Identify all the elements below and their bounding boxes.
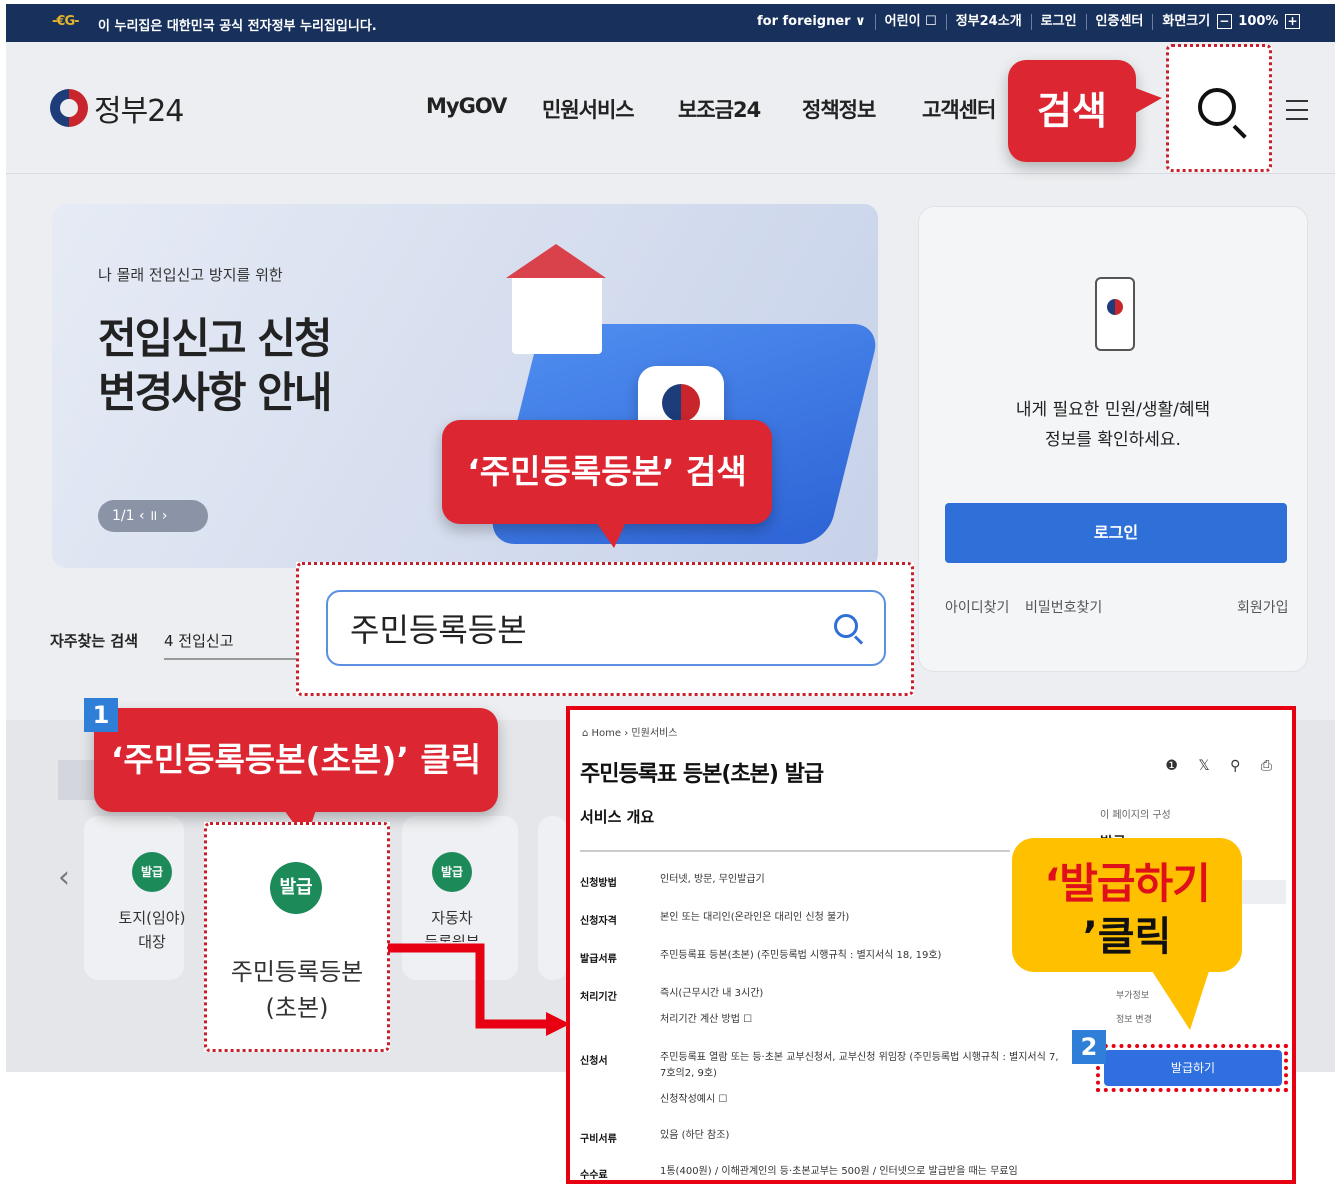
banner-pager[interactable]: 1/1 ‹ ॥ › <box>98 500 208 532</box>
row-label: 수수료 <box>580 1170 608 1181</box>
row-value: 본인 또는 대리인(온라인은 대리인 신청 불가) <box>660 912 850 923</box>
nav-policy-info[interactable]: 정책정보 <box>802 94 876 124</box>
row-label: 구비서류 <box>580 1134 617 1145</box>
step2-callout-line1: ‘발급하기 <box>1044 859 1211 908</box>
nav-customer-center[interactable]: 고객센터 <box>922 94 996 124</box>
top-utility-bar: -€G- 이 누리집은 대한민국 공식 전자정부 누리집입니다. for for… <box>6 4 1335 42</box>
house-illustration <box>506 244 606 354</box>
login-button[interactable]: 로그인 <box>945 503 1287 563</box>
row-label: 발급서류 <box>580 954 617 965</box>
font-size-label: 화면크기 <box>1162 14 1211 29</box>
kids-link[interactable]: 어린이 ☐ <box>876 14 947 30</box>
mobile-app-icon <box>1095 277 1135 351</box>
about-link[interactable]: 정부24소개 <box>947 14 1032 30</box>
taeguk-logo-icon <box>50 89 88 127</box>
frequent-search-label: 자주찾는 검색 <box>50 632 139 650</box>
form-example-link[interactable]: 신청작성예시 ☐ <box>660 1092 1060 1108</box>
connector-arrow <box>388 943 570 1036</box>
step1-number-badge: 1 <box>84 698 118 732</box>
row-value: 1통(400원) / 이해관계인의 등·초본교부는 500원 / 인터넷으로 발… <box>660 1166 1018 1177</box>
step2-callout-line2: ’클릭 <box>1082 914 1172 960</box>
logo-text: 정부24 <box>94 94 184 129</box>
row-value: 있음 (하단 참조) <box>660 1130 730 1141</box>
top-login-link[interactable]: 로그인 <box>1032 14 1087 30</box>
row-label: 신청방법 <box>580 878 617 889</box>
search-submit-icon[interactable] <box>834 614 858 638</box>
toc-additional-info[interactable]: 부가정보 <box>1116 988 1149 1001</box>
search-callout-pointer <box>1130 86 1162 116</box>
official-site-notice: 이 누리집은 대한민국 공식 전자정부 누리집입니다. <box>98 19 377 34</box>
signup-link[interactable]: 회원가입 <box>1237 597 1289 617</box>
keyword-callout-pointer <box>596 522 626 548</box>
detail-page-title: 주민등록표 등본(초본) 발급 <box>580 762 824 787</box>
nav-civil-service[interactable]: 민원서비스 <box>542 94 635 124</box>
zoom-in-button[interactable]: + <box>1285 14 1300 29</box>
egov-logo-icon: -€G- <box>52 14 79 29</box>
toc-heading: 이 페이지의 구성 <box>1100 810 1171 821</box>
find-id-link[interactable]: 아이디찾기 <box>945 597 1009 617</box>
issue-button-highlight <box>1096 1044 1288 1092</box>
breadcrumb[interactable]: ⌂ Home › 민원서비스 <box>582 724 677 739</box>
hamburger-menu-icon[interactable] <box>1286 100 1308 120</box>
keyword-search-callout: ‘주민등록등본’ 검색 <box>442 420 772 524</box>
row-label: 처리기간 <box>580 992 617 1003</box>
card-highlight <box>204 822 390 1052</box>
frequent-search-underline <box>164 658 304 660</box>
login-card-message: 내게 필요한 민원/생활/혜택 정보를 확인하세요. <box>1015 400 1211 450</box>
gov24-logo[interactable]: 정부24 <box>50 86 184 130</box>
zoom-out-button[interactable]: − <box>1216 14 1232 29</box>
row-value: 인터넷, 방문, 무인발급기 <box>660 874 765 885</box>
hero-title-line2: 변경사항 안내 <box>98 368 332 417</box>
row-label: 신청서 <box>580 1056 608 1067</box>
issue-badge: 발급 <box>432 852 472 892</box>
font-size-control: 화면크기 − 100% + <box>1153 14 1311 30</box>
step2-number-badge: 2 <box>1072 1030 1106 1064</box>
utility-links: for foreigner ∨ 어린이 ☐ 정부24소개 로그인 인증센터 화면… <box>748 14 1311 30</box>
search-button-highlight <box>1166 44 1272 172</box>
overview-divider <box>580 850 1010 852</box>
cert-center-link[interactable]: 인증센터 <box>1087 14 1154 30</box>
nav-mygov[interactable]: MyGOV <box>426 94 507 118</box>
carousel-prev-button[interactable]: ‹ <box>58 860 70 895</box>
share-icons[interactable]: ❶ 𝕏 ⚲ ⎙ <box>1165 758 1280 774</box>
step2-callout: ‘발급하기 ’클릭 <box>1012 838 1242 972</box>
hero-title-line1: 전입신고 신청 <box>98 314 332 363</box>
issue-badge: 발급 <box>132 852 172 892</box>
hero-subtitle: 나 몰래 전입신고 방지를 위한 <box>98 266 283 284</box>
row-value: 즉시(근무시간 내 3시간) <box>660 988 764 999</box>
search-callout: 검색 <box>1008 60 1136 162</box>
find-password-link[interactable]: 비밀번호찾기 <box>1025 597 1102 617</box>
processing-time-link[interactable]: 처리기간 계산 방법 ☐ <box>660 1012 1060 1028</box>
service-card-label: 토지(임야) 대장 <box>118 909 186 951</box>
foreigner-link[interactable]: for foreigner ∨ <box>748 14 876 30</box>
service-overview-heading: 서비스 개요 <box>580 808 655 826</box>
hero-title: 전입신고 신청 변경사항 안내 <box>98 312 332 420</box>
step2-callout-pointer <box>1150 968 1210 1030</box>
step1-callout: ‘주민등록등본(초본)’ 클릭 <box>94 708 498 812</box>
zoom-value: 100% <box>1238 14 1279 29</box>
row-label: 신청자격 <box>580 916 617 927</box>
search-input[interactable] <box>326 590 886 666</box>
toc-info-change[interactable]: 정보 변경 <box>1116 1012 1152 1025</box>
nav-subsidy24[interactable]: 보조금24 <box>678 94 761 124</box>
login-card: 내게 필요한 민원/생활/혜택 정보를 확인하세요. 로그인 아이디찾기 비밀번… <box>918 206 1308 672</box>
service-card-land[interactable]: 발급 토지(임야) 대장 <box>84 816 185 980</box>
row-value: 주민등록표 열람 또는 등·초본 교부신청서, 교부신청 위임장 (주민등록법 … <box>660 1052 1059 1079</box>
row-value: 주민등록표 등본(초본) (주민등록법 시행규칙 : 별지서식 18, 19호) <box>660 950 942 961</box>
service-card-label: 자동차 등록원부 <box>424 909 480 942</box>
frequent-search-item[interactable]: 4 전입신고 <box>164 630 234 651</box>
